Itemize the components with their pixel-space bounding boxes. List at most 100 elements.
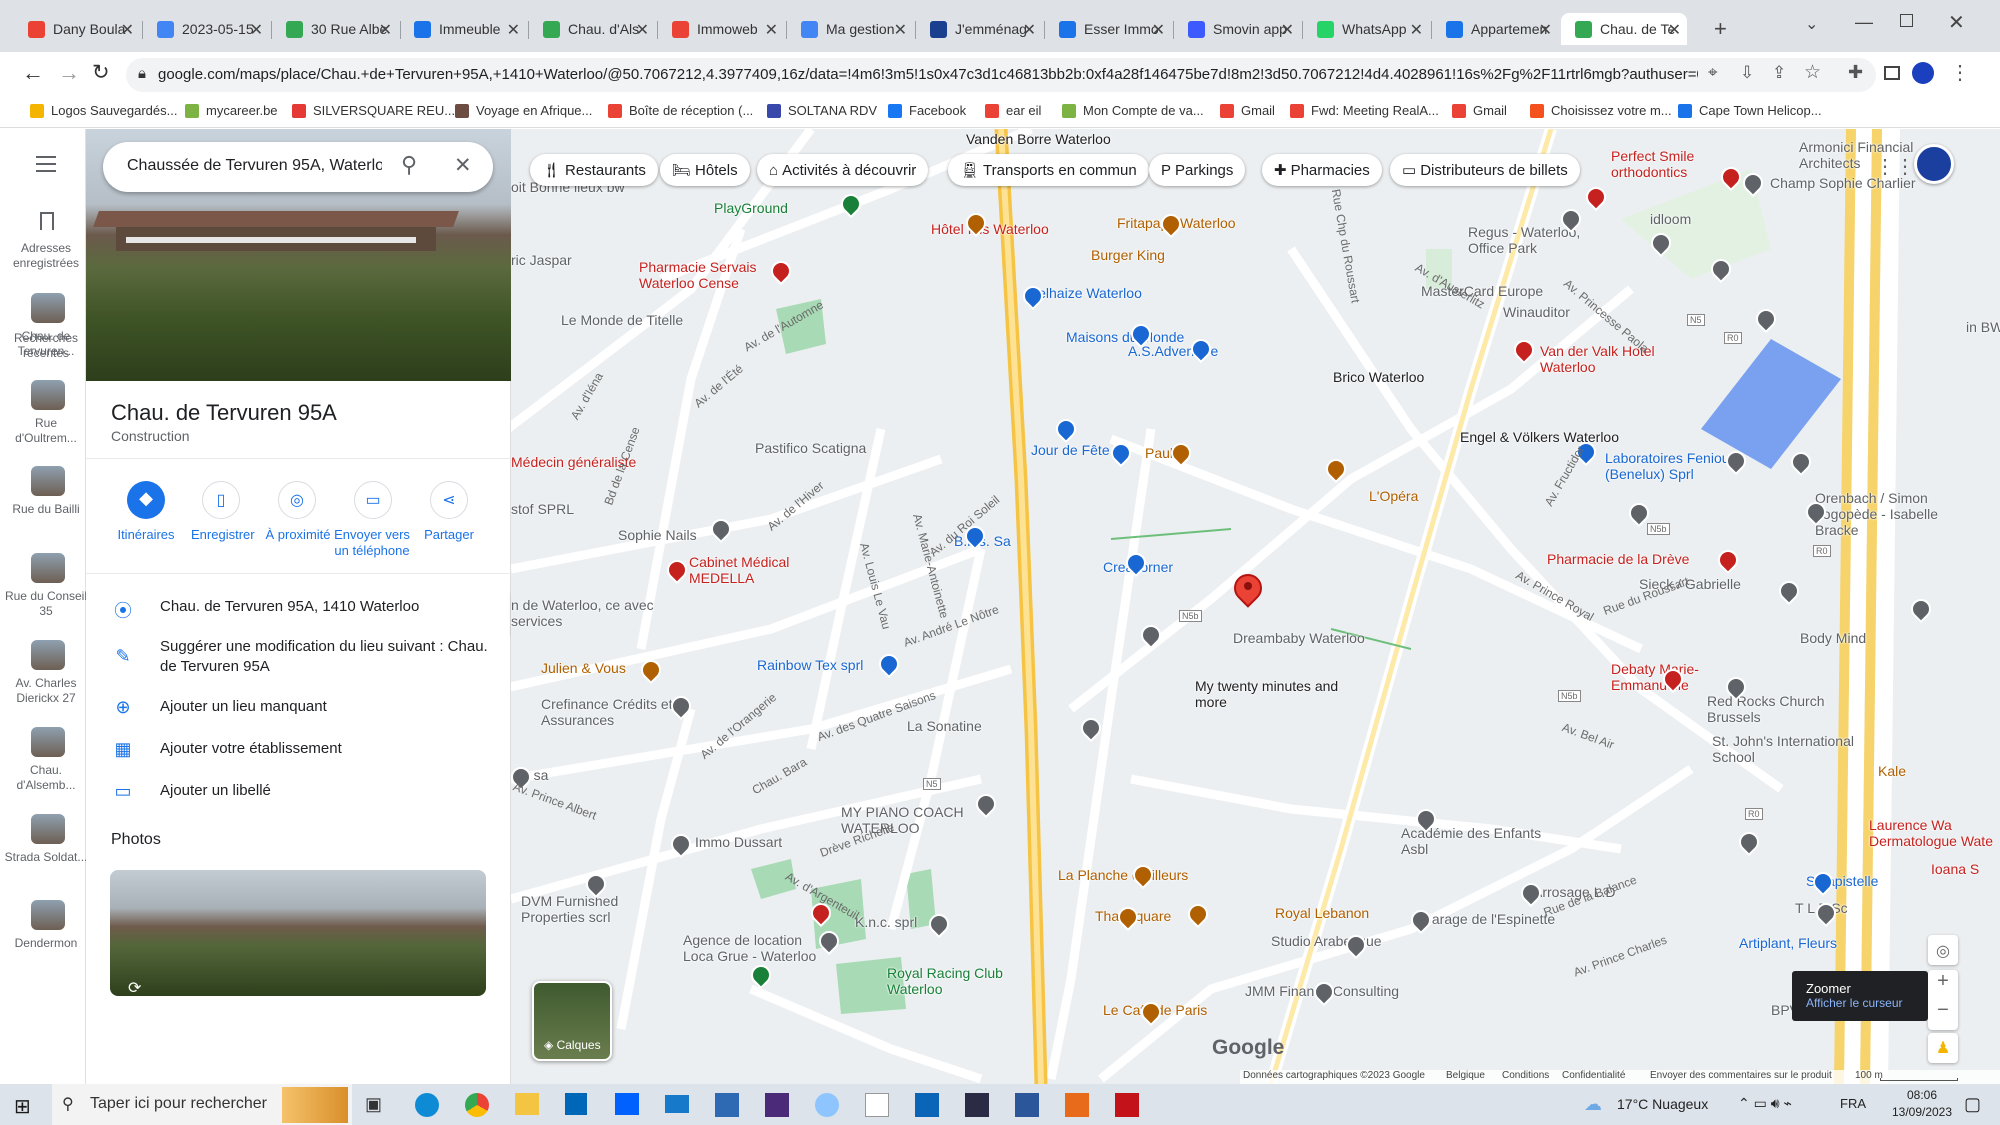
language-indicator[interactable]: FRA bbox=[1840, 1096, 1866, 1111]
tab-close-icon[interactable]: ✕ bbox=[1152, 20, 1165, 40]
poi-julien[interactable]: Julien & Vous bbox=[541, 660, 626, 676]
poi-dreambaby[interactable]: Dreambaby Waterloo bbox=[1233, 630, 1365, 646]
bookmark-item[interactable]: mycareer.be bbox=[185, 103, 278, 118]
poi-laurence[interactable]: Laurence Wa Dermatologue Wate bbox=[1869, 817, 2000, 849]
saved-label[interactable]: Adresses enregistrées bbox=[3, 241, 89, 271]
map-chip[interactable]: ▭ Distributeurs de billets bbox=[1390, 154, 1580, 186]
tab-close-icon[interactable]: ✕ bbox=[894, 20, 907, 40]
map-chip[interactable]: ⌂ Activités à découvrir bbox=[757, 154, 929, 186]
bookmark-item[interactable]: Fwd: Meeting RealA... bbox=[1290, 103, 1439, 118]
map-chip[interactable]: 🍴︎ Restaurants bbox=[530, 154, 658, 186]
map-chip[interactable]: 🛏︎ Hôtels bbox=[660, 154, 750, 186]
account-avatar[interactable] bbox=[1914, 144, 1954, 184]
close-window-button[interactable]: ✕ bbox=[1948, 10, 1965, 35]
poi-medecin[interactable]: Médecin généraliste bbox=[511, 454, 661, 470]
poi-playground[interactable]: PlayGround bbox=[714, 200, 788, 216]
layers-button[interactable]: ◈ Calques bbox=[532, 981, 612, 1061]
save-icon[interactable]: ▯ bbox=[202, 481, 240, 519]
search-icon[interactable]: ⚲ bbox=[401, 152, 417, 178]
powerpoint-icon[interactable] bbox=[1065, 1093, 1089, 1117]
mail-icon[interactable] bbox=[665, 1095, 689, 1113]
file-explorer-icon[interactable] bbox=[515, 1093, 539, 1115]
recent-item-label[interactable]: Rue du Bailli bbox=[3, 502, 89, 517]
bookmark-item[interactable]: Boîte de réception (... bbox=[608, 103, 753, 118]
taskbar-search-input[interactable]: Taper ici pour rechercher bbox=[90, 1095, 267, 1113]
bookmark-item[interactable]: SOLTANA RDV bbox=[767, 103, 877, 118]
recent-item-label[interactable]: Rue d'Oultrem... bbox=[3, 416, 89, 446]
poi-pharmaservais[interactable]: Pharmacie Servais Waterloo Cense bbox=[639, 259, 789, 291]
place-category[interactable]: Construction bbox=[111, 428, 190, 444]
store-icon[interactable] bbox=[565, 1093, 587, 1115]
poi-laplanche[interactable]: La Planche d'Ailleurs bbox=[1058, 867, 1188, 883]
poi-lopera[interactable]: L'Opéra bbox=[1369, 488, 1418, 504]
poi-artiplant[interactable]: Artiplant, Fleurs bbox=[1739, 935, 1837, 951]
poi-agence[interactable]: Agence de location Loca Grue - Waterloo bbox=[683, 932, 833, 964]
directions-icon[interactable]: ◆ bbox=[127, 481, 165, 519]
tab-12[interactable]: Chau. de Te ✕ bbox=[1561, 13, 1687, 45]
tab-2[interactable]: 30 Rue Albe ✕ bbox=[272, 13, 398, 45]
recent-thumbnail[interactable] bbox=[31, 466, 65, 496]
install-icon[interactable]: ⇩ bbox=[1740, 63, 1754, 83]
edge-icon[interactable] bbox=[415, 1093, 439, 1117]
bookmark-item[interactable]: Mon Compte de va... bbox=[1062, 103, 1204, 118]
recent-item-label[interactable]: Strada Soldat... bbox=[3, 850, 89, 865]
bookmark-item[interactable]: Gmail bbox=[1220, 103, 1275, 118]
bookmark-star-icon[interactable]: ☆ bbox=[1804, 61, 1821, 84]
recent-thumbnail[interactable] bbox=[31, 380, 65, 410]
poi-tofsprl[interactable]: stof SPRL bbox=[511, 501, 574, 517]
chrome-icon[interactable] bbox=[465, 1093, 489, 1117]
new-tab-button[interactable]: + bbox=[1714, 16, 1727, 42]
tab-4[interactable]: Chau. d'Als ✕ bbox=[529, 13, 655, 45]
save-button[interactable]: Enregistrer bbox=[191, 527, 255, 543]
poi-winaudi[interactable]: Winauditor bbox=[1503, 304, 1570, 320]
send-to-phone-button[interactable]: Envoyer vers un téléphone bbox=[334, 527, 410, 559]
add-label-link[interactable]: Ajouter un libellé bbox=[160, 781, 490, 801]
my-location-button[interactable]: ◎ bbox=[1928, 935, 1958, 965]
map-footer-item[interactable]: Envoyer des commentaires sur le produit bbox=[1650, 1070, 1832, 1081]
tab-0[interactable]: Dany Boula ✕ bbox=[14, 13, 140, 45]
poi-garage[interactable]: Garage de l'Espinette bbox=[1421, 911, 1555, 927]
clock-time[interactable]: 08:06 bbox=[1887, 1088, 1957, 1102]
clear-search-icon[interactable]: ✕ bbox=[454, 153, 472, 178]
zoom-in-button[interactable]: + bbox=[1928, 970, 1958, 993]
tab-7[interactable]: J'emménag ✕ bbox=[916, 13, 1042, 45]
tab-close-icon[interactable]: ✕ bbox=[1023, 20, 1036, 40]
share-icon[interactable]: ⇪ bbox=[1772, 63, 1786, 83]
poi-burger[interactable]: Burger King bbox=[1091, 247, 1165, 263]
recent-item-label[interactable]: Av. Charles Dierickx 27 bbox=[3, 676, 89, 706]
word-icon[interactable] bbox=[1015, 1093, 1039, 1117]
maximize-button[interactable] bbox=[1900, 14, 1913, 27]
tab-close-icon[interactable]: ✕ bbox=[250, 20, 263, 40]
app-icon-purple[interactable] bbox=[765, 1093, 789, 1117]
recent-thumbnail[interactable] bbox=[31, 293, 65, 323]
extensions-icon[interactable]: ✚ bbox=[1848, 62, 1863, 83]
notifications-icon[interactable]: ▢ bbox=[1964, 1094, 1981, 1115]
amazon-icon[interactable] bbox=[865, 1093, 889, 1117]
photo-thumbnail[interactable]: ⟳ bbox=[110, 870, 486, 996]
recent-thumbnail[interactable] bbox=[31, 900, 65, 930]
tab-close-icon[interactable]: ✕ bbox=[1668, 20, 1681, 40]
recent-item-label[interactable]: Rue du Conseil 35 bbox=[3, 589, 89, 619]
tab-close-icon[interactable]: ✕ bbox=[1281, 20, 1294, 40]
add-business-link[interactable]: Ajouter votre établissement bbox=[160, 739, 490, 759]
poi-vanden[interactable]: Vanden Borre Waterloo bbox=[966, 131, 1116, 147]
recent-thumbnail[interactable] bbox=[31, 727, 65, 757]
poi-redrocks[interactable]: Red Rocks Church Brussels bbox=[1707, 693, 1857, 725]
poi-sonatine[interactable]: La Sonatine bbox=[907, 718, 982, 734]
task-view-icon[interactable]: ▣ bbox=[365, 1094, 382, 1115]
poi-jourdefete[interactable]: Jour de Fête bbox=[1031, 442, 1110, 458]
poi-pastifico[interactable]: Pastifico Scatigna bbox=[755, 440, 866, 456]
url-text[interactable]: google.com/maps/place/Chau.+de+Tervuren+… bbox=[158, 66, 1698, 83]
tab-1[interactable]: 2023-05-15 ✕ bbox=[143, 13, 269, 45]
back-button[interactable]: ← bbox=[22, 60, 44, 86]
calculator-icon[interactable] bbox=[715, 1093, 739, 1117]
poi-rainbow[interactable]: Rainbow Tex sprl bbox=[757, 657, 863, 673]
poi-brico[interactable]: Brico Waterloo bbox=[1333, 369, 1424, 385]
poi-stjohns[interactable]: St. John's International School bbox=[1712, 733, 1862, 765]
suggest-edit-link[interactable]: Suggérer une modification du lieu suivan… bbox=[160, 637, 490, 677]
bookmark-item[interactable]: Choisissez votre m... bbox=[1530, 103, 1672, 118]
address-text[interactable]: Chau. de Tervuren 95A, 1410 Waterloo bbox=[160, 597, 490, 617]
reload-button[interactable]: ↻ bbox=[92, 60, 110, 85]
poi-kale[interactable]: Kale bbox=[1878, 763, 1906, 779]
forward-button[interactable]: → bbox=[58, 60, 80, 86]
